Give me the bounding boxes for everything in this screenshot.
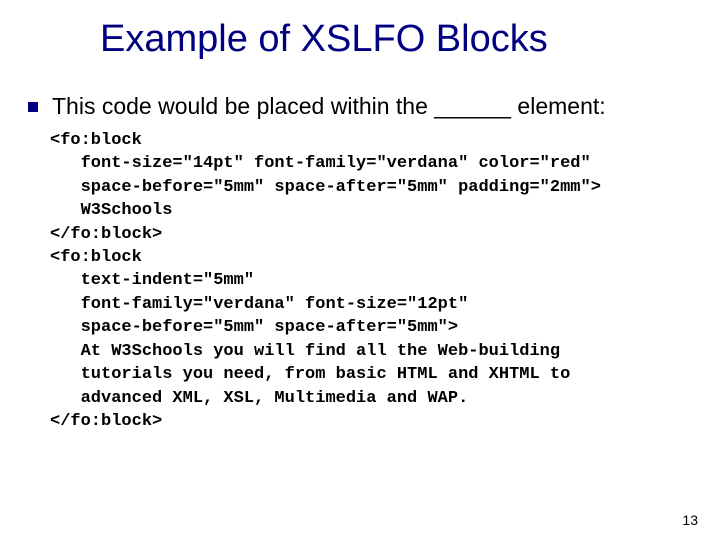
code-line: space-before="5mm" space-after="5mm"> [50,318,458,337]
slide: Example of XSLFO Blocks This code would … [0,0,720,540]
code-line: tutorials you need, from basic HTML and … [50,365,570,384]
code-line: W3Schools [50,201,172,220]
bullet-square-icon [28,102,38,112]
slide-body: This code would be placed within the ___… [28,92,710,434]
code-line: font-family="verdana" font-size="12pt" [50,295,468,314]
code-line: text-indent="5mm" [50,271,254,290]
bullet-text: This code would be placed within the ___… [52,92,606,121]
code-block: <fo:block font-size="14pt" font-family="… [50,129,710,434]
code-line: space-before="5mm" space-after="5mm" pad… [50,178,601,197]
code-line: </fo:block> [50,225,162,244]
code-line: <fo:block [50,248,142,267]
code-line: </fo:block> [50,412,162,431]
page-number: 13 [682,512,698,528]
bullet-item: This code would be placed within the ___… [28,92,710,121]
code-line: At W3Schools you will find all the Web-b… [50,342,560,361]
code-line: advanced XML, XSL, Multimedia and WAP. [50,389,468,408]
code-line: font-size="14pt" font-family="verdana" c… [50,154,591,173]
code-line: <fo:block [50,131,142,150]
slide-title: Example of XSLFO Blocks [100,18,680,61]
